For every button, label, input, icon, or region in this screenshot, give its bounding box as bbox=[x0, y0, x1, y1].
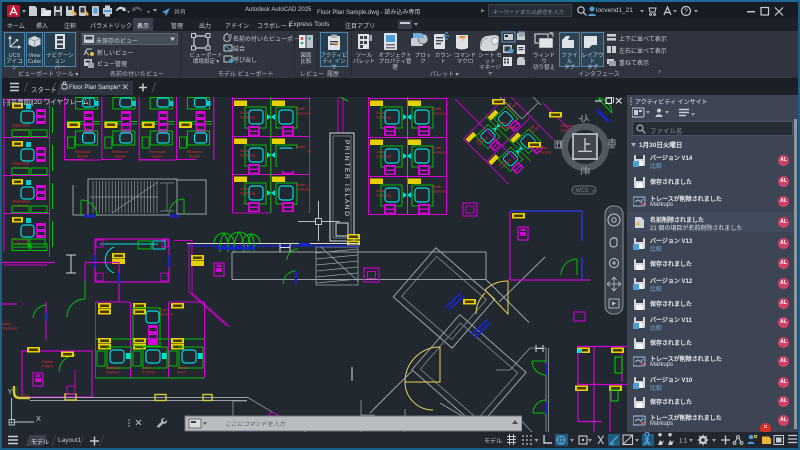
svg-text:Y: Y bbox=[8, 387, 13, 396]
svg-text:Peters: Peters bbox=[42, 364, 54, 369]
svg-text:1:1: 1:1 bbox=[679, 439, 688, 445]
svg-text:Wames: Wames bbox=[106, 370, 119, 375]
svg-text:Leakland: Leakland bbox=[500, 125, 516, 130]
svg-text:モデル: モデル bbox=[484, 437, 502, 445]
svg-text:?: ? bbox=[684, 9, 688, 16]
svg-text:Field: Field bbox=[177, 370, 186, 375]
svg-text:Benard: Benard bbox=[160, 312, 173, 317]
svg-text:X: X bbox=[36, 414, 41, 423]
svg-text:Trummer: Trummer bbox=[2, 326, 19, 331]
svg-text:D Toole: D Toole bbox=[142, 370, 156, 375]
svg-text:[-][平面図][2D ワイヤフレーム]: [-][平面図][2D ワイヤフレーム] bbox=[3, 98, 91, 106]
svg-text:WCS: WCS bbox=[576, 188, 589, 194]
svg-text:O'Brady: O'Brady bbox=[537, 150, 551, 155]
